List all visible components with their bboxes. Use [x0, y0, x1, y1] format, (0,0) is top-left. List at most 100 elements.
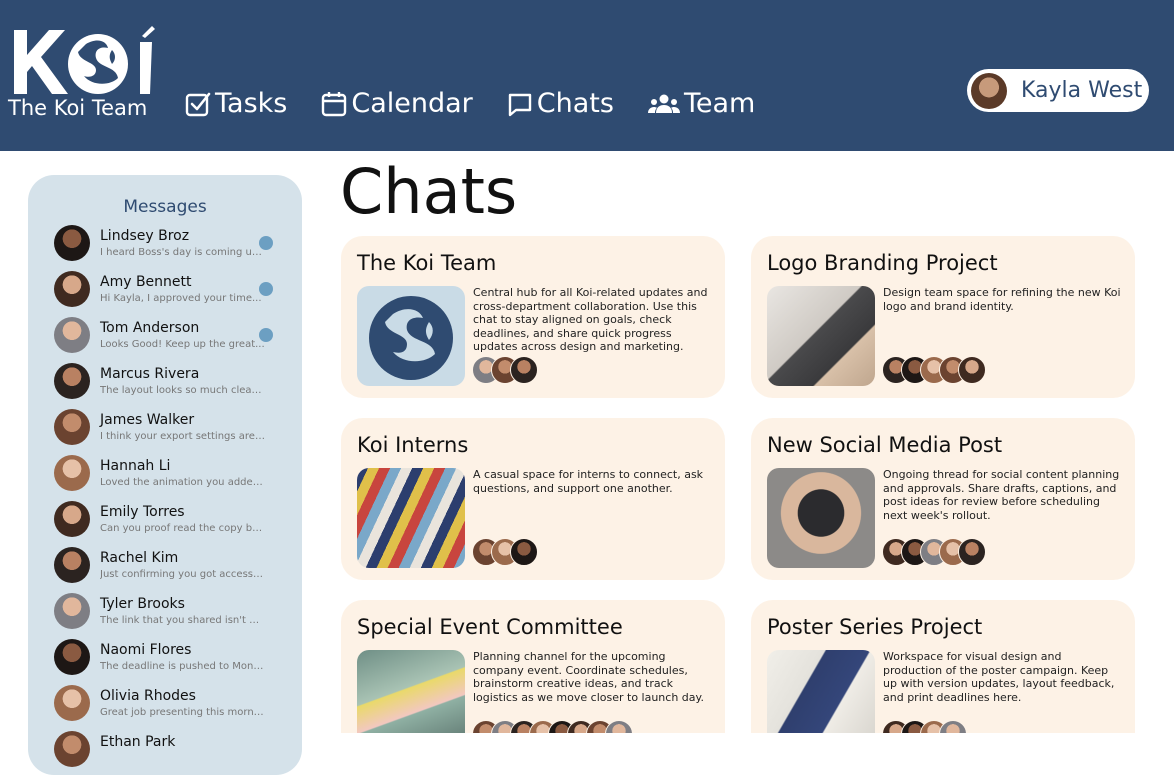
- message-preview: I heard Boss's day is coming up...: [100, 247, 266, 258]
- member-avatars: [472, 720, 633, 733]
- top-header: The Koi Team Tasks Calendar Chats Team K…: [0, 0, 1174, 151]
- avatar: [510, 356, 538, 384]
- brand-name: The Koi Team: [8, 96, 148, 120]
- message-sender: Marcus Rivera: [100, 366, 200, 382]
- team-icon: [647, 94, 680, 113]
- brand-logo[interactable]: The Koi Team: [8, 26, 158, 122]
- sticky-notes-meeting-image: [357, 650, 465, 733]
- check-square-icon: [185, 92, 211, 116]
- laptop-drawing-image: [767, 286, 875, 386]
- message-sender: Amy Bennett: [100, 274, 192, 290]
- message-item[interactable]: Hannah Li Loved the animation you added …: [52, 455, 292, 495]
- avatar: [54, 363, 90, 399]
- message-item[interactable]: Marcus Rivera The layout looks so much c…: [52, 363, 292, 403]
- member-avatars: [472, 538, 538, 568]
- message-item[interactable]: Rachel Kim Just confirming you got acces…: [52, 547, 292, 587]
- main-nav: Tasks Calendar Chats Team: [185, 88, 789, 119]
- message-sender: Olivia Rhodes: [100, 688, 196, 704]
- chat-grid: The Koi Team Central hub for all Koi-rel…: [340, 236, 1140, 733]
- message-item[interactable]: Tyler Brooks The link that you shared is…: [52, 593, 292, 633]
- avatar: [605, 720, 633, 733]
- chat-card[interactable]: The Koi Team Central hub for all Koi-rel…: [341, 236, 725, 398]
- avatar: [54, 639, 90, 675]
- message-preview: The deadline is pushed to Monday...: [100, 661, 266, 672]
- chat-description: Ongoing thread for social content planni…: [883, 468, 1120, 522]
- koi-logo-image: [357, 286, 465, 386]
- avatar: [54, 225, 90, 261]
- member-avatars: [882, 356, 986, 386]
- message-item[interactable]: Tom Anderson Looks Good! Keep up the gre…: [52, 317, 292, 357]
- nav-calendar[interactable]: Calendar: [321, 88, 473, 119]
- message-preview: Looks Good! Keep up the great...: [100, 339, 265, 350]
- chat-card[interactable]: Koi Interns A casual space for interns t…: [341, 418, 725, 580]
- message-sender: Hannah Li: [100, 458, 171, 474]
- koi-logo-mark: [14, 26, 155, 94]
- avatar: [54, 685, 90, 721]
- chat-description: Planning channel for the upcoming compan…: [473, 650, 704, 704]
- message-preview: Hi Kayla, I approved your time...: [100, 293, 262, 304]
- member-avatars: [882, 720, 967, 733]
- message-item[interactable]: Olivia Rhodes Great job presenting this …: [52, 685, 292, 725]
- chat-bubble-icon: [508, 93, 531, 116]
- message-item[interactable]: Lindsey Broz I heard Boss's day is comin…: [52, 225, 292, 265]
- avatar: [958, 538, 986, 566]
- avatar: [54, 455, 90, 491]
- avatar: [54, 731, 90, 767]
- member-avatars: [472, 356, 538, 386]
- chat-description: Central hub for all Koi-related updates …: [473, 286, 708, 353]
- nav-calendar-label: Calendar: [351, 88, 473, 119]
- user-profile-button[interactable]: Kayla West: [967, 69, 1149, 112]
- avatar: [54, 409, 90, 445]
- message-item[interactable]: Emily Torres Can you proof read the copy…: [52, 501, 292, 541]
- calendar-icon: [322, 91, 347, 116]
- message-preview: Can you proof read the copy befo...: [100, 523, 266, 534]
- avatar: [54, 317, 90, 353]
- avatar: [971, 72, 1007, 109]
- message-preview: The layout looks so much cleaner...: [100, 385, 266, 396]
- nav-team[interactable]: Team: [647, 88, 755, 119]
- message-item[interactable]: James Walker I think your export setting…: [52, 409, 292, 449]
- page-title: Chats: [340, 155, 518, 228]
- message-sender: Tom Anderson: [100, 320, 200, 336]
- chat-title: Koi Interns: [357, 433, 469, 457]
- message-sender: Naomi Flores: [100, 642, 192, 658]
- message-sender: Lindsey Broz: [100, 228, 190, 244]
- posters-image: [767, 650, 875, 733]
- message-item[interactable]: Ethan Park: [52, 731, 292, 771]
- phone-in-hand-image: [767, 468, 875, 568]
- chat-card[interactable]: Special Event Committee Planning channel…: [341, 600, 725, 733]
- chat-title: Poster Series Project: [767, 615, 983, 639]
- avatar: [54, 593, 90, 629]
- message-item[interactable]: Naomi Flores The deadline is pushed to M…: [52, 639, 292, 679]
- avatar: [54, 271, 90, 307]
- chat-card[interactable]: Logo Branding Project Design team space …: [751, 236, 1135, 398]
- message-sender: Rachel Kim: [100, 550, 179, 566]
- chat-title: New Social Media Post: [767, 433, 1003, 457]
- chat-card[interactable]: New Social Media Post Ongoing thread for…: [751, 418, 1135, 580]
- nav-tasks-label: Tasks: [215, 88, 288, 119]
- message-preview: Loved the animation you added to...: [100, 477, 266, 488]
- avatar: [939, 720, 967, 733]
- nav-tasks[interactable]: Tasks: [185, 88, 287, 119]
- nav-chats[interactable]: Chats: [507, 88, 614, 119]
- chat-title: The Koi Team: [357, 251, 497, 275]
- chat-card[interactable]: Poster Series Project Workspace for visu…: [751, 600, 1135, 733]
- chat-description: Design team space for refining the new K…: [883, 286, 1121, 313]
- message-sender: Emily Torres: [100, 504, 185, 520]
- message-item[interactable]: Amy Bennett Hi Kayla, I approved your ti…: [52, 271, 292, 311]
- chat-title: Special Event Committee: [357, 615, 623, 639]
- message-sender: Tyler Brooks: [100, 596, 185, 612]
- message-preview: I think your export settings are cro...: [100, 431, 266, 442]
- message-sender: Ethan Park: [100, 734, 176, 750]
- unread-dot: [259, 328, 273, 342]
- avatar: [54, 501, 90, 537]
- message-preview: The link that you shared isn't work...: [100, 615, 266, 626]
- sidebar-title: Messages: [123, 197, 207, 217]
- chat-description: A casual space for interns to connect, a…: [473, 468, 704, 495]
- messages-sidebar[interactable]: Messages Lindsey Broz I heard Boss's day…: [28, 175, 302, 775]
- unread-dot: [259, 236, 273, 250]
- message-sender: James Walker: [100, 412, 195, 428]
- unread-dot: [259, 282, 273, 296]
- avatar: [54, 547, 90, 583]
- user-name: Kayla West: [1021, 78, 1143, 103]
